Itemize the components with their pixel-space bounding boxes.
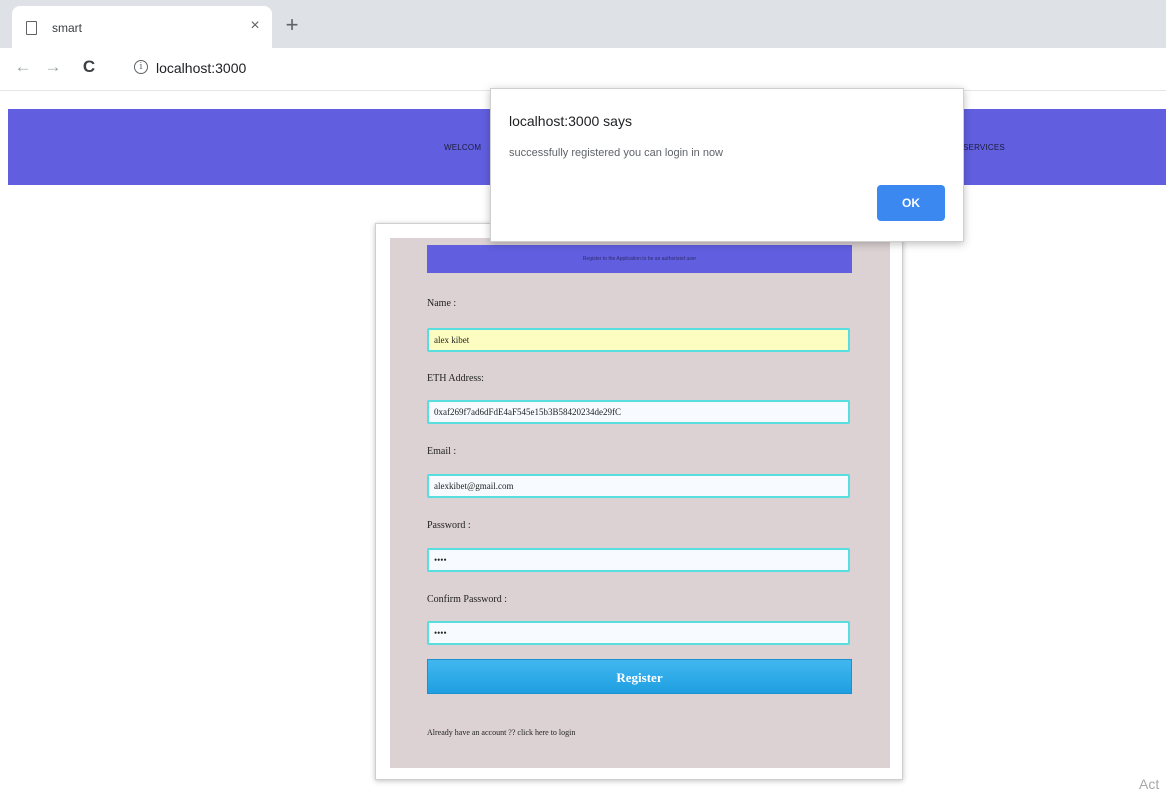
site-info-icon[interactable]: i: [134, 60, 148, 74]
form-banner: Register to the Application to be an aut…: [427, 245, 852, 273]
activation-watermark: Act: [1139, 776, 1160, 792]
registration-card: Register to the Application to be an aut…: [375, 223, 903, 780]
alert-title: localhost:3000 says: [509, 113, 632, 129]
tab-close-icon[interactable]: ×: [244, 15, 266, 37]
tab-title: smart: [52, 21, 82, 35]
browser-toolbar: ← → C i localhost:3000: [0, 48, 1166, 91]
page-icon: [26, 21, 37, 35]
eth-address-field[interactable]: 0xaf269f7ad6dFdE4aF545e15b3B58420234de29…: [427, 400, 850, 424]
nav-item-services[interactable]: SERVICES: [963, 143, 1005, 152]
password-label: Password :: [427, 520, 471, 531]
back-arrow-icon[interactable]: ←: [12, 56, 34, 78]
alert-message: successfully registered you can login in…: [509, 147, 724, 159]
reload-icon[interactable]: C: [78, 56, 100, 78]
alert-ok-button[interactable]: OK: [877, 185, 945, 221]
address-bar[interactable]: localhost:3000: [156, 60, 246, 76]
forward-arrow-icon[interactable]: →: [42, 56, 64, 78]
nav-item-welcome[interactable]: WELCOM: [444, 143, 481, 152]
eth-address-label: ETH Address:: [427, 373, 484, 384]
name-label: Name :: [427, 298, 457, 309]
registration-form: Register to the Application to be an aut…: [390, 238, 890, 768]
email-field[interactable]: alexkibet@gmail.com: [427, 474, 850, 498]
new-tab-icon[interactable]: +: [280, 14, 304, 38]
email-label: Email :: [427, 446, 457, 457]
password-field[interactable]: ••••: [427, 548, 850, 572]
browser-tabstrip: smart × +: [0, 0, 1166, 48]
confirm-password-field[interactable]: ••••: [427, 621, 850, 645]
login-link[interactable]: Already have an account ?? click here to…: [427, 728, 575, 737]
alert-dialog: localhost:3000 says successfully registe…: [490, 88, 964, 242]
confirm-password-label: Confirm Password :: [427, 594, 507, 605]
name-field[interactable]: alex kibet: [427, 328, 850, 352]
browser-tab[interactable]: smart ×: [12, 6, 272, 48]
register-button[interactable]: Register: [427, 659, 852, 694]
